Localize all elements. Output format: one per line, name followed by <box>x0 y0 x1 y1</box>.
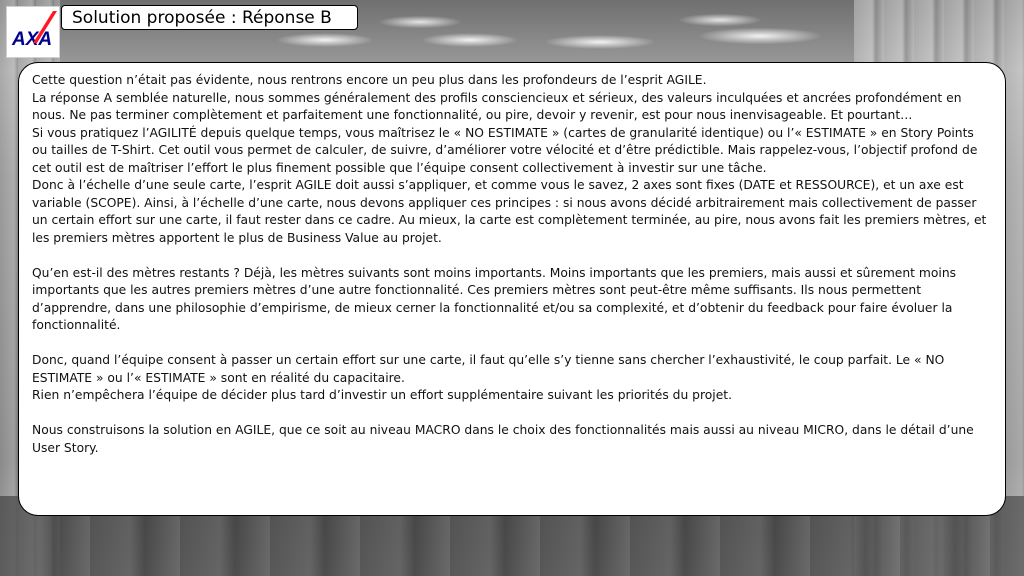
paragraph-spacer <box>32 247 992 265</box>
paragraph-spacer <box>32 335 992 353</box>
paragraph-2: La réponse A semblée naturelle, nous som… <box>32 90 962 123</box>
paragraph-6: Donc, quand l’équipe consent à passer un… <box>32 353 945 385</box>
logo-text: AXA <box>11 29 52 50</box>
paragraph-1: Cette question n’était pas évidente, nou… <box>32 73 707 87</box>
paragraph-5: Qu’en est-il des mètres restants ? Déjà,… <box>32 265 957 333</box>
paragraph-8: Nous construisons la solution en AGILE, … <box>32 423 974 455</box>
axa-logo: AXA <box>6 6 60 58</box>
paragraph-7: Rien n’empêchera l’équipe de décider plu… <box>32 388 733 402</box>
paragraph-3: Si vous pratiquez l’AGILITÉ depuis quelq… <box>32 125 978 175</box>
axa-logo-icon: AXA <box>11 11 57 50</box>
paragraph-4: Donc à l’échelle d’une seule carte, l’es… <box>32 178 987 245</box>
slide-title: Solution proposée : Réponse B <box>72 8 332 28</box>
slide-title-box: Solution proposée : Réponse B <box>61 5 358 30</box>
content-card: Cette question n’était pas évidente, nou… <box>18 62 1006 516</box>
paragraph-spacer <box>32 405 992 423</box>
